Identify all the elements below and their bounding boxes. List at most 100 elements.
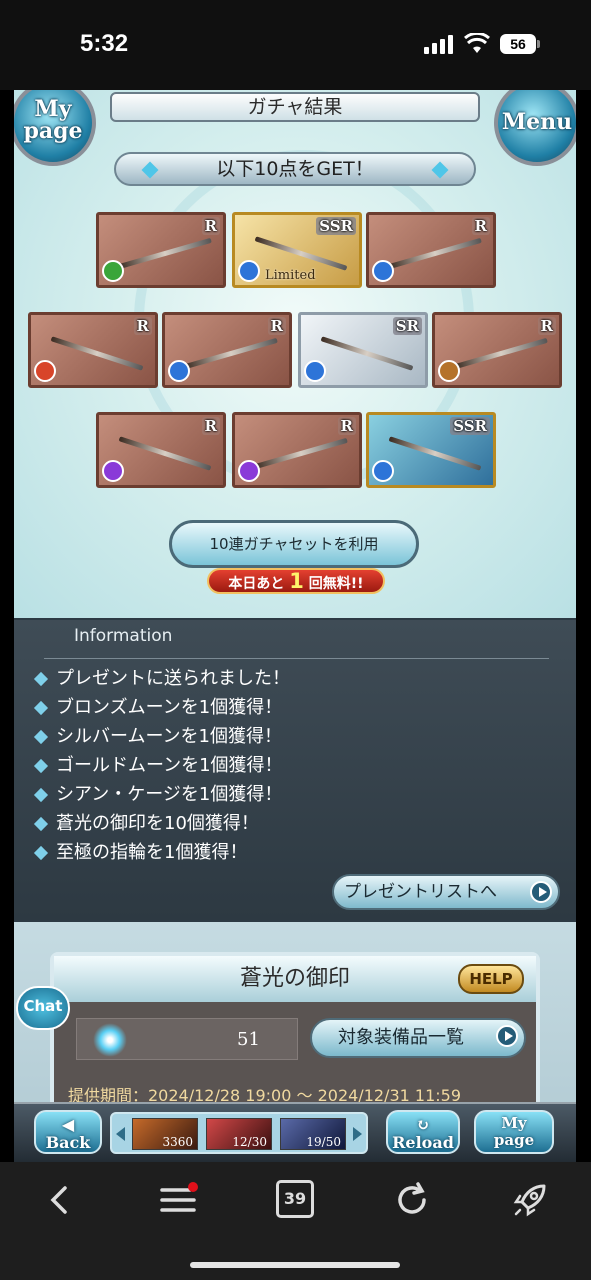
water-element-icon <box>372 260 394 282</box>
diamond-icon <box>33 729 49 744</box>
rocket-icon[interactable] <box>508 1178 552 1222</box>
gacha-result-area: ガチャ結果 My page Menu 以下10点をGET！ R SSR Limited… <box>14 90 576 618</box>
rarity-badge: R <box>133 317 152 335</box>
info-line: ブロンズムーンを1個獲得！ <box>56 697 283 718</box>
back-arrow-icon: ◀ <box>61 1115 75 1134</box>
info-line: 蒼光の御印を10個獲得！ <box>56 813 259 834</box>
resource-crystal[interactable]: 3360 <box>132 1118 198 1150</box>
cell-signal-icon <box>424 35 453 54</box>
result-item-1[interactable]: R <box>96 212 226 288</box>
get-banner-text: 以下10点をGET！ <box>216 158 374 180</box>
dark-element-icon <box>102 460 124 482</box>
divider <box>44 658 549 659</box>
result-item-4[interactable]: R <box>28 312 158 388</box>
menu-icon[interactable] <box>156 1178 200 1222</box>
result-item-10[interactable]: SSR <box>366 412 496 488</box>
back-label: Back <box>45 1133 91 1152</box>
play-arrow-icon <box>530 881 552 903</box>
reload-icon: ↻ <box>416 1115 430 1134</box>
list-item: ブロンズムーンを1個獲得！ <box>32 693 290 722</box>
diamond-icon <box>33 845 49 860</box>
information-title: Information <box>74 626 173 646</box>
result-item-3[interactable]: R <box>366 212 496 288</box>
status-bar: 5:32 56 <box>0 0 591 90</box>
refresh-icon[interactable] <box>390 1178 434 1222</box>
dark-element-icon <box>238 460 260 482</box>
back-button[interactable]: ◀ Back <box>34 1110 102 1154</box>
diamond-icon <box>33 671 49 686</box>
chevron-left-icon[interactable] <box>116 1127 125 1141</box>
information-list: プレゼントに送られました！ ブロンズムーンを1個獲得！ シルバームーンを1個獲得… <box>32 664 290 867</box>
chat-button[interactable]: Chat <box>16 986 70 1030</box>
diamond-icon <box>141 161 159 179</box>
free-count: 1 <box>289 569 304 593</box>
back-chevron-icon[interactable] <box>38 1178 82 1222</box>
result-item-8[interactable]: R <box>96 412 226 488</box>
info-line: シアン・ケージを1個獲得！ <box>56 784 283 805</box>
earth-element-icon <box>438 360 460 382</box>
item-art <box>454 337 548 370</box>
water-element-icon <box>168 360 190 382</box>
tabs-button[interactable]: 39 <box>276 1180 314 1218</box>
diamond-icon <box>33 758 49 773</box>
seal-icon <box>93 1023 127 1057</box>
rarity-badge: R <box>201 417 220 435</box>
seal-count: 51 <box>237 1029 260 1050</box>
info-line: ゴールドムーンを1個獲得！ <box>56 755 283 776</box>
free-draw-badge: 本日あと 1 回無料!! <box>207 568 385 594</box>
rarity-badge: R <box>471 217 490 235</box>
resource-half-elixir[interactable]: 12/30 <box>206 1118 272 1150</box>
target-equipment-button[interactable]: 対象装備品一覧 <box>310 1018 526 1058</box>
resource-soul-berry[interactable]: 19/50 <box>280 1118 346 1150</box>
item-art <box>254 236 348 271</box>
limited-label: Limited <box>265 268 316 283</box>
game-view: ガチャ結果 My page Menu 以下10点をGET！ R SSR Limited… <box>14 90 576 1162</box>
list-item: シアン・ケージを1個獲得！ <box>32 780 290 809</box>
water-element-icon <box>304 360 326 382</box>
reload-button[interactable]: ↻ Reload <box>386 1110 460 1154</box>
result-item-5[interactable]: R <box>162 312 292 388</box>
reload-label: Reload <box>392 1133 454 1152</box>
mypage-button[interactable]: My page <box>14 90 96 166</box>
bottom-bar: ◀ Back 3360 12/30 19/50 ↻ Reload My page <box>14 1102 576 1162</box>
diamond-icon <box>33 700 49 715</box>
chevron-right-icon[interactable] <box>353 1127 362 1141</box>
list-item: 至極の指輪を1個獲得！ <box>32 838 290 867</box>
rarity-badge: R <box>537 317 556 335</box>
present-list-label: プレゼントリストへ <box>344 882 497 902</box>
rarity-badge: SR <box>392 317 422 335</box>
rarity-badge: R <box>201 217 220 235</box>
free-post: 回無料!! <box>308 576 364 592</box>
info-line: プレゼントに送られました！ <box>56 668 290 689</box>
wind-element-icon <box>102 260 124 282</box>
rarity-badge: R <box>267 317 286 335</box>
ten-draw-set-button[interactable]: 10連ガチャセットを利用 <box>169 520 419 568</box>
bottom-mypage-button[interactable]: My page <box>474 1110 554 1154</box>
rarity-badge: R <box>337 417 356 435</box>
result-item-7[interactable]: R <box>432 312 562 388</box>
resource-bar: 3360 12/30 19/50 <box>110 1112 368 1154</box>
get-banner: 以下10点をGET！ <box>114 152 476 186</box>
list-item: シルバームーンを1個獲得！ <box>32 722 290 751</box>
item-art <box>388 436 482 471</box>
list-item: プレゼントに送られました！ <box>32 664 290 693</box>
result-item-9[interactable]: R <box>232 412 362 488</box>
info-line: 至極の指輪を1個獲得！ <box>56 842 248 863</box>
present-list-button[interactable]: プレゼントリストへ <box>332 874 560 910</box>
item-art <box>118 436 212 471</box>
result-item-6[interactable]: SR <box>298 312 428 388</box>
menu-button[interactable]: Menu <box>494 90 576 166</box>
info-line: シルバームーンを1個獲得！ <box>56 726 283 747</box>
water-element-icon <box>238 260 260 282</box>
help-button[interactable]: HELP <box>458 964 524 994</box>
result-item-2[interactable]: SSR Limited <box>232 212 362 288</box>
diamond-icon <box>33 787 49 802</box>
fire-element-icon <box>34 360 56 382</box>
seal-count-box: 51 <box>76 1018 298 1060</box>
rarity-badge: SSR <box>450 417 490 435</box>
item-art <box>118 237 212 270</box>
item-art <box>254 437 348 470</box>
item-art <box>184 337 278 370</box>
diamond-icon <box>431 161 449 179</box>
clock: 5:32 <box>80 30 129 57</box>
